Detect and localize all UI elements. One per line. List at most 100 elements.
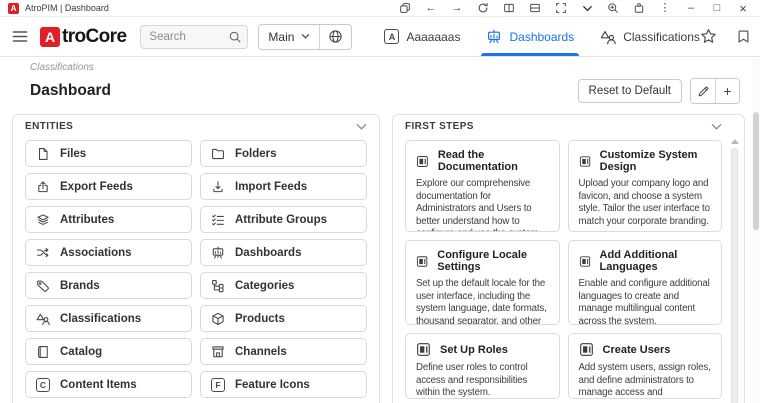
first-steps-grid: Read the Documentation Explore our compr… — [405, 140, 722, 399]
entity-label: Catalog — [60, 346, 102, 358]
add-dashlet-button[interactable]: + — [715, 79, 739, 103]
card-description: Enable and configure additional language… — [579, 278, 712, 325]
split-horizontal-icon[interactable] — [528, 1, 542, 15]
card-create-users[interactable]: Create Users Add system users, assign ro… — [568, 333, 723, 399]
page-scrollbar[interactable] — [752, 58, 760, 403]
restore-windows-icon[interactable] — [398, 1, 412, 15]
article-icon — [579, 254, 591, 269]
scrollbar-thumb[interactable] — [731, 148, 738, 403]
pencil-icon — [697, 85, 710, 98]
entity-item-files[interactable]: Files — [25, 140, 192, 167]
entity-item-content-items[interactable]: C Content Items — [25, 371, 192, 398]
main-menu-group: Main — [258, 24, 352, 50]
chevron-down-icon[interactable] — [580, 1, 594, 15]
minimize-icon[interactable]: – — [684, 1, 698, 15]
entity-item-associations[interactable]: Associations — [25, 239, 192, 266]
article-icon — [579, 342, 594, 357]
close-icon[interactable]: × — [736, 1, 750, 15]
main-menu-button[interactable]: Main — [259, 25, 319, 49]
entity-label: Brands — [60, 280, 100, 292]
language-globe-button[interactable] — [319, 25, 351, 49]
entity-label: Import Feeds — [235, 181, 307, 193]
first-steps-panel-title: FIRST STEPS — [405, 121, 474, 132]
tab-dashboards[interactable]: Dashboards — [486, 17, 574, 56]
card-title: Set Up Roles — [440, 344, 508, 356]
app-window: A AtroPIM | Dashboard ← → ⋮ – □ × A troC… — [0, 0, 760, 403]
card-customize-design[interactable]: Customize System Design Upload your comp… — [568, 140, 723, 232]
tab-aaaaaaas[interactable]: A Aaaaaaas — [384, 17, 460, 56]
entity-label: Content Items — [60, 379, 137, 391]
entity-label: Folders — [235, 148, 277, 160]
tab-label: Classifications — [623, 30, 700, 44]
breadcrumb[interactable]: Classifications — [0, 57, 760, 73]
export-icon — [36, 180, 50, 194]
favorites-star-icon[interactable] — [700, 28, 717, 45]
entity-item-folders[interactable]: Folders — [200, 140, 367, 167]
card-title: Add Additional Languages — [600, 249, 711, 273]
tree-icon — [211, 279, 225, 293]
fullscreen-corners-icon[interactable] — [554, 1, 568, 15]
hamburger-menu-icon[interactable] — [12, 30, 28, 43]
card-add-languages[interactable]: Add Additional Languages Enable and conf… — [568, 240, 723, 325]
file-icon — [36, 147, 50, 161]
layers-icon — [36, 213, 50, 227]
entity-item-dashboards[interactable]: Dashboards — [200, 239, 367, 266]
entity-item-categories[interactable]: Categories — [200, 272, 367, 299]
import-icon — [211, 180, 225, 194]
panel-scrollbar[interactable] — [730, 139, 739, 403]
tag-icon — [36, 279, 50, 293]
maximize-icon[interactable]: □ — [710, 1, 724, 15]
entity-item-attributes[interactable]: Attributes — [25, 206, 192, 233]
card-read-documentation[interactable]: Read the Documentation Explore our compr… — [405, 140, 560, 232]
card-set-up-roles[interactable]: Set Up Roles Define user roles to contro… — [405, 333, 560, 399]
article-icon — [416, 154, 429, 169]
browser-menu-icon[interactable]: ⋮ — [658, 1, 672, 15]
tab-bar: A Aaaaaaas Dashboards Classifications — [384, 17, 699, 56]
entity-item-export-feeds[interactable]: Export Feeds — [25, 173, 192, 200]
collapse-chevron-icon[interactable] — [711, 123, 722, 131]
app-favicon: A — [8, 3, 19, 14]
collapse-chevron-icon[interactable] — [356, 123, 367, 131]
page-scrollbar-thumb[interactable] — [753, 112, 759, 230]
book-icon — [36, 345, 50, 359]
chevron-down-icon — [301, 33, 310, 40]
extensions-icon[interactable] — [632, 1, 646, 15]
entity-label: Channels — [235, 346, 287, 358]
brand-logo[interactable]: A troCore — [40, 26, 126, 48]
entity-letter-icon: A — [384, 29, 399, 44]
card-configure-locale[interactable]: Configure Locale Settings Set up the def… — [405, 240, 560, 325]
entity-item-products[interactable]: Products — [200, 305, 367, 332]
entity-item-feature-icons[interactable]: F Feature Icons — [200, 371, 367, 398]
entity-item-import-feeds[interactable]: Import Feeds — [200, 173, 367, 200]
bookmark-icon[interactable] — [736, 29, 751, 44]
cube-icon — [211, 312, 225, 326]
letter-f-icon: F — [211, 378, 225, 392]
window-controls: ← → ⋮ – □ × — [398, 1, 750, 15]
search — [140, 25, 248, 49]
entity-item-classifications[interactable]: Classifications — [25, 305, 192, 332]
entity-item-brands[interactable]: Brands — [25, 272, 192, 299]
card-description: Set up the default locale for the user i… — [416, 278, 549, 325]
classification-icon — [36, 312, 50, 326]
back-icon[interactable]: ← — [424, 1, 438, 15]
tab-label: Dashboards — [509, 30, 574, 44]
forward-icon[interactable]: → — [450, 1, 464, 15]
entity-item-attribute-groups[interactable]: Attribute Groups — [200, 206, 367, 233]
scroll-up-arrow[interactable] — [731, 139, 739, 144]
tab-classifications[interactable]: Classifications — [600, 17, 700, 56]
storefront-icon — [211, 345, 225, 359]
split-vertical-icon[interactable] — [502, 1, 516, 15]
brand-logo-icon: A — [40, 27, 60, 47]
search-icon[interactable] — [228, 30, 242, 49]
reset-to-default-button[interactable]: Reset to Default — [578, 79, 682, 103]
reload-icon[interactable] — [476, 1, 490, 15]
shuffle-icon — [36, 246, 50, 260]
card-description: Explore our comprehensive documentation … — [416, 178, 549, 232]
entity-item-channels[interactable]: Channels — [200, 338, 367, 365]
card-description: Add system users, assign roles, and defi… — [579, 362, 712, 399]
dashboard-icon — [211, 246, 225, 260]
entity-item-catalog[interactable]: Catalog — [25, 338, 192, 365]
edit-pencil-button[interactable] — [691, 79, 715, 103]
zoom-icon[interactable] — [606, 1, 620, 15]
folder-icon — [211, 147, 225, 161]
